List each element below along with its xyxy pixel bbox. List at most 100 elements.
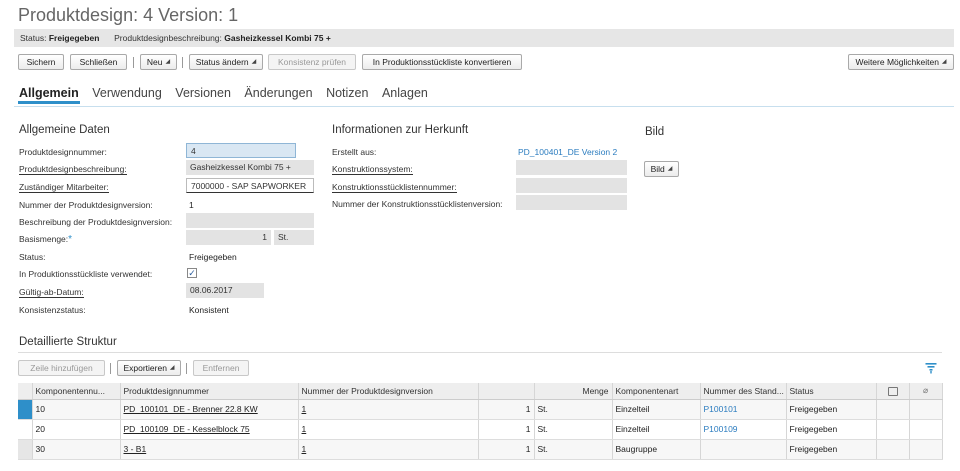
design-number-link[interactable]: PD_100109_DE - Kesselblock 75 bbox=[124, 424, 250, 434]
version-cell: 1 bbox=[298, 399, 479, 420]
more-options-label: Weitere Möglichkeiten bbox=[855, 57, 939, 67]
standard-number-cell: P100109 bbox=[700, 419, 787, 440]
consistency-status-label: Konsistenzstatus: bbox=[19, 305, 86, 315]
column-header[interactable]: Komponentenart bbox=[612, 383, 701, 400]
export-button[interactable]: Exportieren ◢ bbox=[117, 360, 181, 376]
version-description-label: Beschreibung der Produktdesignversion: bbox=[19, 217, 173, 227]
new-button[interactable]: Neu ◢ bbox=[140, 54, 177, 70]
image-button[interactable]: Bild ◢ bbox=[644, 161, 679, 177]
responsible-employee-field[interactable]: 7000000 - SAP SAPWORKER bbox=[186, 178, 314, 193]
design-bom-version-label: Nummer der Konstruktionsstücklistenversi… bbox=[332, 199, 503, 209]
base-quantity-label-text: Basismenge: bbox=[19, 234, 69, 244]
dropdown-arrow-icon: ◢ bbox=[941, 59, 947, 65]
status-field-value: Freigegeben bbox=[189, 252, 237, 262]
column-header[interactable] bbox=[478, 383, 535, 400]
table-header-row: Komponentennu... Produktdesignnummer Num… bbox=[18, 383, 943, 400]
version-description-field[interactable] bbox=[186, 213, 314, 228]
column-header[interactable]: Produktdesignnummer bbox=[120, 383, 299, 400]
page-title: Produktdesign: 4 Version: 1 bbox=[18, 5, 239, 25]
filter-icon[interactable] bbox=[925, 362, 937, 374]
row-selector[interactable] bbox=[18, 399, 33, 420]
origin-heading: Informationen zur Herkunft bbox=[332, 124, 469, 136]
status-cell: Freigegeben bbox=[786, 399, 877, 420]
column-header[interactable]: Nummer des Stand... bbox=[700, 383, 787, 400]
close-button[interactable]: Schließen bbox=[70, 54, 127, 70]
design-description-label: Produktdesignbeschreibung: bbox=[19, 164, 127, 175]
column-header-document[interactable] bbox=[876, 383, 910, 400]
section-divider bbox=[18, 352, 942, 353]
check-consistency-button[interactable]: Konsistenz prüfen bbox=[268, 54, 356, 70]
design-bom-number-label: Konstruktionsstücklistennummer: bbox=[332, 182, 457, 193]
design-bom-number-field[interactable] bbox=[516, 178, 627, 193]
change-status-button[interactable]: Status ändern ◢ bbox=[189, 54, 263, 70]
save-button[interactable]: Sichern bbox=[18, 54, 64, 70]
design-number-link[interactable]: PD_100101_DE - Brenner 22.8 KW bbox=[124, 404, 258, 414]
table-row[interactable]: 20 PD_100109_DE - Kesselblock 75 1 1 St.… bbox=[18, 419, 943, 440]
quantity-cell: 1 bbox=[478, 439, 535, 460]
description-label: Produktdesignbeschreibung: bbox=[114, 33, 222, 43]
tab-notes[interactable]: Notizen bbox=[325, 86, 369, 100]
quantity-cell: 1 bbox=[478, 399, 535, 420]
table-row[interactable]: 30 3 - B1 1 1 St. Baugruppe Freigegeben bbox=[18, 439, 943, 460]
empty-cell bbox=[909, 439, 943, 460]
design-system-label: Konstruktionssystem: bbox=[332, 164, 413, 175]
responsible-employee-label: Zuständiger Mitarbeiter: bbox=[19, 182, 109, 193]
version-link[interactable]: 1 bbox=[302, 424, 307, 434]
toolbar-separator bbox=[182, 57, 183, 68]
standard-number-link[interactable]: P100101 bbox=[704, 404, 738, 414]
convert-to-production-bom-button[interactable]: In Produktionsstückliste konvertieren bbox=[362, 54, 522, 70]
export-button-label: Exportieren bbox=[123, 363, 167, 373]
add-line-button[interactable]: Zeile hinzufügen bbox=[18, 360, 105, 376]
tab-changes[interactable]: Änderungen bbox=[243, 86, 313, 100]
design-number-label: Produktdesignnummer: bbox=[19, 147, 107, 157]
column-header[interactable]: Komponentennu... bbox=[32, 383, 121, 400]
created-from-label: Erstellt aus: bbox=[332, 147, 377, 157]
valid-from-field[interactable]: 08.06.2017 bbox=[186, 283, 264, 298]
table-row[interactable]: 10 PD_100101_DE - Brenner 22.8 KW 1 1 St… bbox=[18, 399, 943, 420]
dropdown-arrow-icon: ◢ bbox=[169, 365, 175, 371]
design-system-field[interactable] bbox=[516, 160, 627, 175]
dropdown-arrow-icon: ◢ bbox=[667, 166, 673, 172]
status-bar: Status: Freigegeben Produktdesignbeschre… bbox=[14, 29, 954, 47]
more-options-button[interactable]: Weitere Möglichkeiten ◢ bbox=[848, 54, 954, 70]
dropdown-arrow-icon: ◢ bbox=[165, 59, 171, 65]
description-value: Gasheizkessel Kombi 75 + bbox=[224, 33, 331, 43]
standard-number-link[interactable]: P100109 bbox=[704, 424, 738, 434]
design-bom-version-field[interactable] bbox=[516, 195, 627, 210]
detailed-structure-heading: Detaillierte Struktur bbox=[19, 336, 117, 348]
tab-versions[interactable]: Versionen bbox=[174, 86, 232, 100]
column-header[interactable]: Nummer der Produktdesignversion bbox=[298, 383, 479, 400]
status-cell: Freigegeben bbox=[786, 439, 877, 460]
consistency-status-value: Konsistent bbox=[189, 305, 229, 315]
column-header[interactable]: Status bbox=[786, 383, 877, 400]
design-number-link[interactable]: 3 - B1 bbox=[124, 444, 147, 454]
version-link[interactable]: 1 bbox=[302, 444, 307, 454]
tab-usage[interactable]: Verwendung bbox=[91, 86, 163, 100]
unit-cell: St. bbox=[534, 439, 613, 460]
created-from-link[interactable]: PD_100401_DE Version 2 bbox=[518, 147, 617, 157]
unit-cell: St. bbox=[534, 399, 613, 420]
design-description-field[interactable]: Gasheizkessel Kombi 75 + bbox=[186, 160, 314, 175]
row-selector[interactable] bbox=[18, 439, 33, 460]
tab-underline bbox=[14, 106, 954, 107]
base-quantity-unit-field[interactable]: St. bbox=[274, 230, 314, 245]
row-selector[interactable] bbox=[18, 419, 33, 440]
version-link[interactable]: 1 bbox=[302, 404, 307, 414]
tab-attachments[interactable]: Anlagen bbox=[381, 86, 429, 100]
general-data-heading: Allgemeine Daten bbox=[19, 124, 110, 136]
toolbar-separator bbox=[133, 57, 134, 68]
column-header[interactable]: Menge bbox=[534, 383, 613, 400]
base-quantity-field[interactable]: 1 bbox=[186, 230, 271, 245]
used-in-bom-checkbox[interactable]: ✓ bbox=[187, 268, 197, 278]
valid-from-label: Gültig-ab-Datum: bbox=[19, 287, 84, 298]
quantity-cell: 1 bbox=[478, 419, 535, 440]
component-type-cell: Einzelteil bbox=[612, 399, 701, 420]
change-status-label: Status ändern bbox=[195, 57, 249, 67]
remove-button[interactable]: Entfernen bbox=[193, 360, 249, 376]
version-number-label: Nummer der Produktdesignversion: bbox=[19, 200, 153, 210]
image-button-label: Bild bbox=[650, 164, 665, 174]
column-header-attachment[interactable]: ⌀ bbox=[909, 383, 943, 400]
design-number-field[interactable]: 4 bbox=[186, 143, 296, 158]
tab-general[interactable]: Allgemein bbox=[18, 86, 80, 104]
image-heading: Bild bbox=[645, 126, 665, 138]
